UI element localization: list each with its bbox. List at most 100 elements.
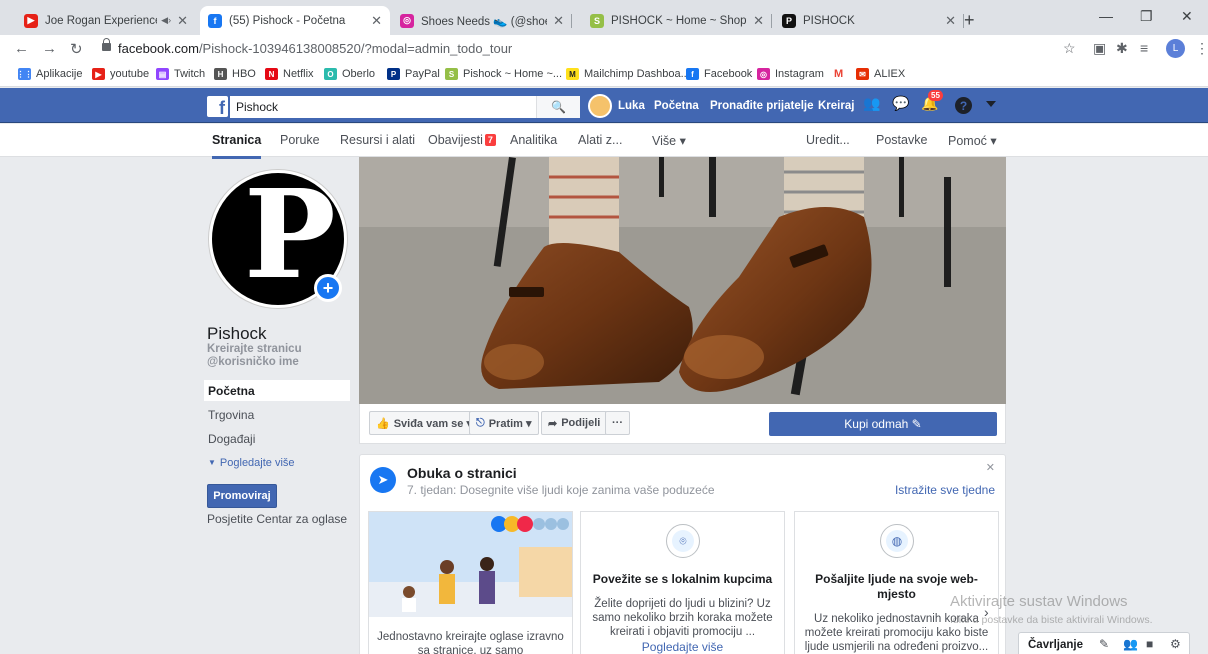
- share-button[interactable]: ➦ Podijeli: [541, 411, 608, 435]
- like-button[interactable]: 👍 Sviđa vam se ▾: [369, 411, 479, 435]
- youtube-favicon-icon: ▶: [24, 13, 38, 28]
- reading-list-icon[interactable]: ≡: [1140, 40, 1148, 56]
- close-tab-icon[interactable]: ✕: [945, 13, 956, 29]
- bookmark-twitch[interactable]: ▤ Twitch: [156, 68, 205, 80]
- shop-now-button[interactable]: Kupi odmah ✎: [769, 412, 997, 436]
- close-tab-icon[interactable]: ✕: [177, 13, 188, 29]
- tile-local-see-more-link[interactable]: Pogledajte više: [589, 640, 776, 654]
- search-input[interactable]: Pishock: [236, 100, 278, 114]
- bookmark-paypal[interactable]: P PayPal: [387, 68, 440, 80]
- back-icon[interactable]: ←: [14, 40, 29, 57]
- close-tab-icon[interactable]: ✕: [371, 13, 382, 29]
- bookmark-aliexpress[interactable]: ✉ ALIEX: [856, 68, 905, 80]
- tab-alati[interactable]: Alati z...: [578, 133, 622, 147]
- apps-grid-icon: ⋮⋮: [16, 68, 33, 80]
- bookmark-label: Oberlo: [342, 68, 376, 80]
- explore-all-weeks-link[interactable]: Istražite sve tjedne: [895, 483, 995, 497]
- close-icon[interactable]: ✕: [986, 461, 995, 474]
- reload-icon[interactable]: ↻: [70, 40, 83, 58]
- chat-bar[interactable]: Čavrljanje ✎ 👥 ■ ⚙: [1018, 632, 1190, 654]
- minimize-icon[interactable]: —: [1099, 8, 1113, 24]
- paypal-icon: P: [387, 68, 400, 80]
- profile-avatar[interactable]: L: [1166, 39, 1185, 58]
- group-icon[interactable]: 👥: [1123, 637, 1138, 651]
- bookmark-pishock-shopify[interactable]: S Pishock ~ Home ~...: [445, 68, 562, 80]
- follow-button[interactable]: ⎋ Pratim ▾: [469, 411, 539, 435]
- messenger-icon[interactable]: 💬: [892, 95, 909, 112]
- tab-obavijesti[interactable]: Obavijesti 7: [428, 133, 496, 147]
- compose-icon[interactable]: ✎: [1099, 637, 1109, 651]
- browser-tab-pishock[interactable]: P PISHOCK ✕: [774, 6, 964, 35]
- bookmark-hbo[interactable]: H HBO: [214, 68, 256, 80]
- find-friends-link[interactable]: Pronađite prijatelje: [710, 100, 814, 112]
- training-tile-ads[interactable]: Jednostavno kreirajte oglase izravno sa …: [368, 511, 573, 654]
- facebook-logo-icon[interactable]: f: [207, 96, 228, 117]
- user-avatar[interactable]: [588, 94, 612, 118]
- bookmark-mailchimp[interactable]: M Mailchimp Dashboa...: [566, 68, 690, 80]
- browser-tab-facebook[interactable]: f (55) Pishock - Početna ✕: [200, 6, 390, 35]
- username-placeholder[interactable]: @korisničko ime: [207, 356, 299, 368]
- more-options-button[interactable]: ···: [605, 411, 630, 435]
- left-nav-pocetna[interactable]: Početna: [204, 380, 350, 401]
- tab-title: PISHOCK ~ Home ~ Shopify: [611, 14, 748, 27]
- forward-icon[interactable]: →: [42, 40, 57, 57]
- tab-analitika[interactable]: Analitika: [510, 133, 557, 147]
- bookmark-apps[interactable]: ⋮⋮ Aplikacije: [16, 68, 82, 80]
- bookmark-gmail[interactable]: M: [834, 68, 843, 80]
- bookmark-oberlo[interactable]: O Oberlo: [324, 68, 375, 80]
- new-tab-icon[interactable]: +: [964, 10, 975, 31]
- tab-uredi[interactable]: Uredit...: [806, 133, 850, 147]
- account-menu-caret-icon[interactable]: [986, 101, 996, 107]
- close-tab-icon[interactable]: ✕: [553, 13, 564, 29]
- help-icon[interactable]: ?: [955, 97, 972, 114]
- close-window-icon[interactable]: ✕: [1181, 8, 1193, 25]
- browser-tab-youtube[interactable]: ▶ Joe Rogan Experience #1516 ◀› ✕: [16, 6, 196, 35]
- left-nav-see-more[interactable]: ▼ Pogledajte više: [204, 452, 350, 473]
- bookmark-facebook[interactable]: f Facebook: [686, 68, 752, 80]
- left-nav-dogadaji[interactable]: Događaji: [204, 428, 350, 449]
- bookmark-label: Pishock ~ Home ~...: [463, 68, 563, 80]
- cover-photo[interactable]: [359, 157, 1006, 404]
- promote-button[interactable]: Promoviraj: [207, 484, 277, 508]
- location-pin-icon: ⌾: [672, 530, 694, 552]
- tab-title: PISHOCK: [803, 14, 855, 27]
- ads-center-link[interactable]: Posjetite Centar za oglase: [207, 512, 347, 526]
- tab-postavke[interactable]: Postavke: [876, 133, 927, 147]
- bookmark-youtube[interactable]: ▶ youtube: [92, 68, 149, 80]
- friend-requests-icon[interactable]: 👥: [863, 95, 880, 112]
- home-link[interactable]: Početna: [654, 100, 699, 112]
- tab-stranica[interactable]: Stranica: [212, 133, 262, 159]
- search-icon[interactable]: 🔍: [536, 96, 580, 118]
- extension-icon[interactable]: ▣: [1093, 40, 1106, 57]
- user-name-link[interactable]: Luka: [618, 100, 645, 112]
- bookmark-label: ALIEX: [874, 68, 906, 80]
- menu-dots-icon[interactable]: ⋮: [1195, 40, 1208, 57]
- settings-gear-icon[interactable]: ⚙: [1170, 637, 1181, 651]
- tab-vise[interactable]: Više ▾: [652, 133, 686, 148]
- bookmarks-bar: ⋮⋮ Aplikacije ▶ youtube ▤ Twitch H HBO N Netf…: [0, 63, 1208, 87]
- tile-ads-text: Jednostavno kreirajte oglase izravno sa …: [377, 631, 564, 654]
- address-bar[interactable]: facebook.com/Pishock-103946138008520/?mo…: [118, 41, 512, 56]
- tab-resursi[interactable]: Resursi i alati: [340, 133, 415, 147]
- facebook-search[interactable]: Pishock 🔍: [230, 96, 580, 118]
- maximize-icon[interactable]: ❐: [1140, 8, 1153, 25]
- video-call-icon[interactable]: ■: [1146, 637, 1153, 651]
- create-link[interactable]: Kreiraj: [818, 100, 854, 112]
- chevron-right-icon[interactable]: ›: [984, 604, 989, 620]
- training-tile-website[interactable]: ◍ Pošaljite ljude na svoje web-mjesto Uz…: [794, 511, 999, 654]
- puzzle-icon[interactable]: ✱: [1116, 40, 1128, 57]
- browser-tab-instagram[interactable]: ◎ Shoes Needs 👟 (@shoes_needs ✕: [392, 6, 572, 35]
- create-page-username-link[interactable]: Kreirajte stranicu: [207, 343, 302, 355]
- tab-pomoc[interactable]: Pomoć ▾: [948, 133, 997, 148]
- bookmark-netflix[interactable]: N Netflix: [265, 68, 314, 80]
- training-tile-local[interactable]: ⌾ Povežite se s lokalnim kupcima Želite …: [580, 511, 785, 654]
- shoes-cover-illustration: [359, 157, 1006, 404]
- browser-tab-shopify[interactable]: S PISHOCK ~ Home ~ Shopify ✕: [582, 6, 772, 35]
- close-tab-icon[interactable]: ✕: [753, 13, 764, 29]
- bookmark-instagram[interactable]: ◎ Instagram: [757, 68, 824, 80]
- left-nav-trgovina[interactable]: Trgovina: [204, 404, 350, 425]
- audio-icon[interactable]: ◀›: [161, 15, 171, 26]
- add-photo-plus-icon[interactable]: +: [314, 274, 342, 302]
- bookmark-star-icon[interactable]: ☆: [1063, 40, 1076, 57]
- tab-poruke[interactable]: Poruke: [280, 133, 320, 147]
